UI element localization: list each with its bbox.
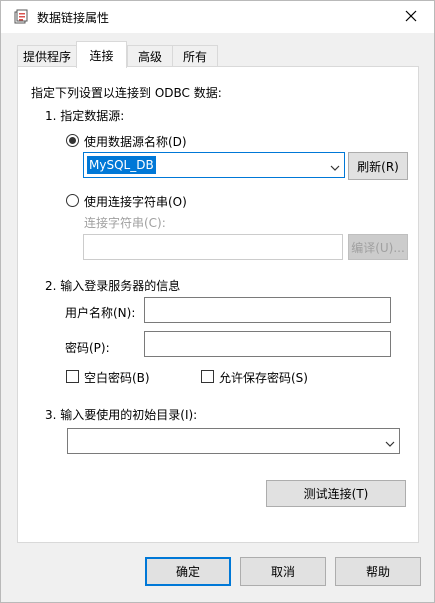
radio-selected-dot [69, 137, 76, 144]
step1-heading: 1. 指定数据源: [45, 109, 125, 123]
username-input[interactable] [144, 297, 391, 323]
chevron-down-icon [385, 437, 395, 447]
dsn-select[interactable]: MySQL_DB [83, 152, 345, 178]
window-title: 数据链接属性 [37, 11, 110, 25]
blank-password-checkbox[interactable] [66, 370, 79, 383]
close-button[interactable] [388, 1, 434, 33]
compile-button[interactable]: 编译(U)... [348, 234, 408, 260]
allow-save-password-label[interactable]: 允许保存密码(S) [219, 369, 308, 386]
step3-heading: 3. 输入要使用的初始目录(I): [45, 408, 198, 422]
connstr-label: 连接字符串(C): [84, 216, 166, 230]
tab-provider[interactable]: 提供程序 [17, 45, 77, 67]
initial-catalog-select[interactable] [67, 428, 400, 454]
use-connstr-radio[interactable] [66, 194, 79, 207]
ok-button[interactable]: 确定 [145, 557, 231, 586]
close-icon [405, 10, 417, 25]
password-input[interactable] [144, 331, 391, 357]
blank-password-label[interactable]: 空白密码(B) [84, 369, 150, 386]
refresh-button[interactable]: 刷新(R) [348, 152, 408, 180]
use-connstr-label[interactable]: 使用连接字符串(O) [84, 193, 187, 210]
tab-all[interactable]: 所有 [172, 45, 218, 67]
use-dsn-radio[interactable] [66, 134, 79, 147]
tab-connection[interactable]: 连接 [76, 41, 127, 68]
test-connection-button[interactable]: 测试连接(T) [266, 480, 406, 507]
password-label: 密码(P): [65, 341, 110, 355]
allow-save-password-checkbox[interactable] [201, 370, 214, 383]
cancel-button[interactable]: 取消 [240, 557, 326, 586]
title-bar: 数据链接属性 [1, 1, 434, 33]
use-dsn-label[interactable]: 使用数据源名称(D) [84, 133, 187, 150]
data-link-properties-dialog: 数据链接属性 提供程序 连接 高级 所有 指定下列设置以连接到 ODBC 数据:… [0, 0, 435, 603]
intro-text: 指定下列设置以连接到 ODBC 数据: [31, 86, 222, 100]
tab-advanced[interactable]: 高级 [127, 45, 173, 67]
connstr-input[interactable] [83, 234, 343, 260]
dsn-selected-value: MySQL_DB [87, 156, 156, 174]
step2-heading: 2. 输入登录服务器的信息 [45, 279, 181, 293]
connection-panel: 指定下列设置以连接到 ODBC 数据: 1. 指定数据源: 使用数据源名称(D)… [17, 66, 419, 543]
data-link-icon [13, 9, 29, 25]
username-label: 用户名称(N): [65, 306, 136, 320]
chevron-down-icon [330, 161, 340, 171]
help-button[interactable]: 帮助 [335, 557, 421, 586]
